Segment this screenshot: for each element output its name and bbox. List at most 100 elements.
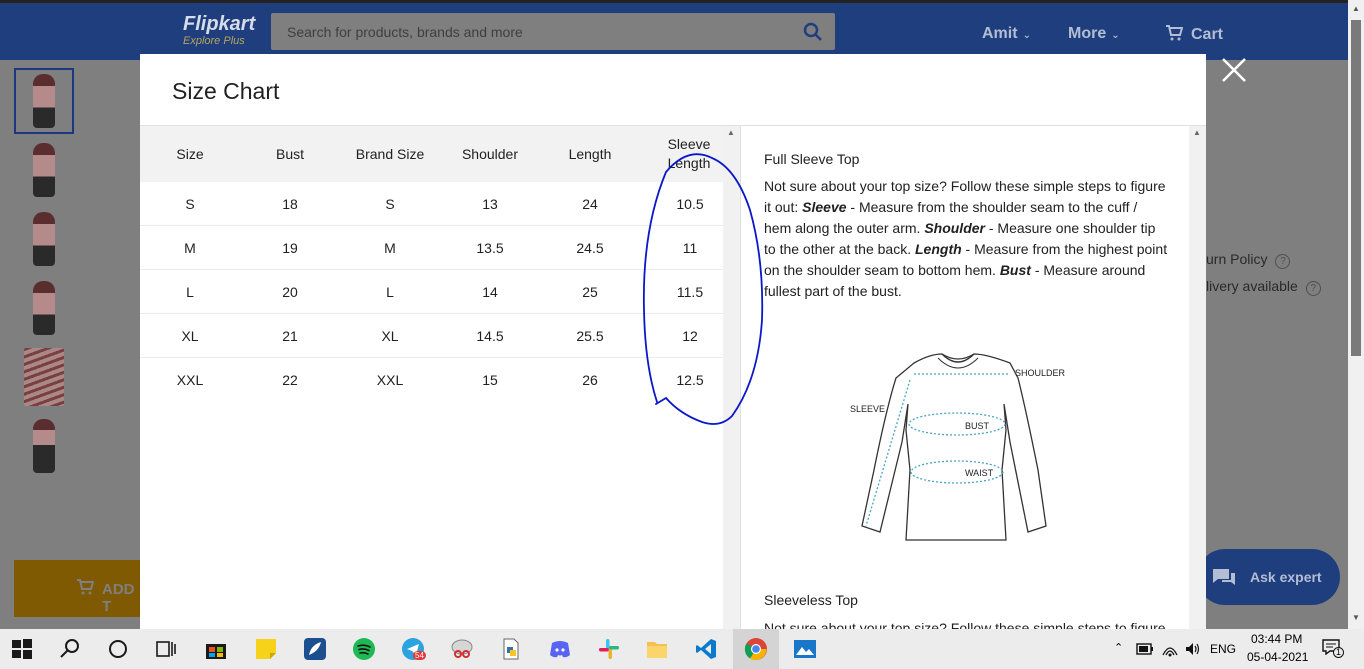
table-cell: L bbox=[186, 284, 194, 300]
size-table: Size Bust Brand Size Shoulder Length Sle… bbox=[140, 126, 723, 629]
help-icon[interactable]: ? bbox=[1305, 281, 1321, 296]
table-cell: 13 bbox=[482, 196, 498, 212]
search-input[interactable] bbox=[271, 13, 791, 50]
sticky-notes-icon[interactable] bbox=[254, 637, 278, 661]
logo-name: Flipkart bbox=[183, 13, 256, 35]
table-cell: L bbox=[386, 284, 394, 300]
clock-time[interactable]: 03:44 PM bbox=[1251, 632, 1302, 646]
product-image bbox=[33, 74, 55, 128]
bust-label: BUST bbox=[965, 421, 990, 431]
discord-icon[interactable] bbox=[548, 637, 572, 661]
scroll-up-icon[interactable]: ▲ bbox=[727, 128, 735, 137]
flipkart-logo[interactable]: Flipkart Explore Plus bbox=[183, 13, 255, 47]
table-row: S 18 S 13 24 10.5 bbox=[140, 182, 723, 226]
logo-sub: Explore Plus bbox=[183, 35, 245, 47]
scrollbar-thumb[interactable] bbox=[1351, 20, 1361, 356]
info-scrollbar[interactable]: ▲ bbox=[1189, 126, 1206, 629]
table-cell: M bbox=[384, 240, 396, 256]
slack-icon[interactable] bbox=[597, 637, 621, 661]
table-row: L 20 L 14 25 11.5 bbox=[140, 270, 723, 314]
table-row: XL 21 XL 14.5 25.5 12 bbox=[140, 314, 723, 358]
scroll-up-icon[interactable]: ▲ bbox=[1352, 4, 1360, 13]
add-to-cart-button[interactable]: ADD T bbox=[14, 560, 144, 617]
wifi-icon[interactable] bbox=[1161, 641, 1179, 657]
photos-icon[interactable] bbox=[793, 637, 817, 661]
nav-user[interactable]: Amit ⌄ bbox=[982, 25, 1031, 43]
product-image bbox=[24, 348, 64, 406]
flipkart-header: Flipkart Explore Plus Amit ⌄ More ⌄ Cart bbox=[0, 0, 1348, 60]
notification-count: 1 bbox=[1333, 647, 1344, 658]
python-file-icon[interactable] bbox=[499, 637, 523, 661]
guide-text: Not sure about your top size? Follow the… bbox=[764, 176, 1168, 302]
search-bar bbox=[271, 13, 835, 50]
thumbnail[interactable] bbox=[14, 68, 74, 134]
product-image bbox=[33, 212, 55, 266]
ask-expert-label: Ask expert bbox=[1250, 569, 1322, 585]
clock-date[interactable]: 05-04-2021 bbox=[1247, 650, 1308, 664]
scroll-up-icon[interactable]: ▲ bbox=[1193, 128, 1201, 137]
table-cell: M bbox=[184, 240, 196, 256]
search-icon[interactable] bbox=[58, 637, 82, 661]
table-cell: 22 bbox=[282, 372, 298, 388]
table-cell: 13.5 bbox=[476, 240, 504, 256]
help-icon[interactable]: ? bbox=[1275, 254, 1291, 269]
thumbnail[interactable] bbox=[14, 413, 74, 479]
table-cell: 14 bbox=[482, 284, 498, 300]
store-icon[interactable] bbox=[204, 637, 228, 661]
nav-cart-label: Cart bbox=[1191, 26, 1224, 43]
search-icon[interactable] bbox=[803, 22, 823, 42]
windows-start-icon[interactable] bbox=[10, 637, 34, 661]
column-header: Length bbox=[568, 145, 612, 162]
cortana-icon[interactable] bbox=[106, 637, 130, 661]
cart-icon bbox=[1166, 25, 1184, 41]
cart-icon bbox=[77, 579, 94, 595]
vscode-icon[interactable] bbox=[694, 637, 718, 661]
file-explorer-icon[interactable] bbox=[645, 637, 669, 661]
language-indicator[interactable]: ENG bbox=[1210, 642, 1236, 656]
table-header: Size Bust Brand Size Shoulder Length Sle… bbox=[140, 126, 723, 182]
scroll-down-icon[interactable]: ▼ bbox=[1352, 613, 1360, 622]
table-cell: 19 bbox=[282, 240, 298, 256]
product-image bbox=[33, 281, 55, 335]
nav-cart[interactable]: Cart bbox=[1165, 25, 1223, 44]
volume-icon[interactable] bbox=[1184, 641, 1202, 657]
add-to-cart-label: ADD T bbox=[102, 581, 135, 615]
table-cell: 20 bbox=[282, 284, 298, 300]
table-cell: 26 bbox=[582, 372, 598, 388]
close-icon[interactable] bbox=[1219, 55, 1249, 85]
guide-term: Bust bbox=[999, 262, 1031, 278]
table-cell: 24 bbox=[582, 196, 598, 212]
thumbnail[interactable] bbox=[14, 206, 74, 272]
table-cell: XXL bbox=[376, 372, 404, 388]
guide-title: Full Sleeve Top bbox=[764, 151, 860, 167]
size-chart-modal: Size Chart Size Bust Brand Size Shoulder… bbox=[140, 54, 1206, 629]
chat-icon bbox=[1213, 569, 1235, 585]
page-scrollbar[interactable]: ▲ ▼ bbox=[1348, 0, 1364, 629]
column-header: Bust bbox=[275, 145, 304, 162]
table-cell: S bbox=[385, 196, 395, 212]
thumbnail[interactable] bbox=[14, 275, 74, 341]
thumbnail[interactable] bbox=[14, 137, 74, 203]
table-cell: S bbox=[185, 196, 195, 212]
chrome-icon[interactable] bbox=[744, 637, 768, 661]
table-cell: 25.5 bbox=[576, 328, 604, 344]
task-view-icon[interactable] bbox=[154, 637, 178, 661]
table-cell: XL bbox=[181, 328, 199, 344]
telegram-app[interactable]: 54 bbox=[401, 637, 426, 661]
show-hidden-icons[interactable]: ⌃ bbox=[1114, 641, 1123, 654]
table-scrollbar[interactable]: ▲ bbox=[723, 126, 740, 629]
feather-app-icon[interactable] bbox=[303, 637, 327, 661]
spotify-icon[interactable] bbox=[352, 637, 376, 661]
guide-term: Sleeve bbox=[802, 199, 847, 215]
nav-more[interactable]: More ⌄ bbox=[1068, 25, 1120, 43]
sleeve-label: SLEEVE bbox=[850, 404, 885, 414]
ask-expert-button[interactable]: Ask expert bbox=[1197, 549, 1340, 605]
notification-badge: 54 bbox=[413, 651, 426, 660]
nav-more-label: More bbox=[1068, 25, 1107, 42]
battery-icon[interactable] bbox=[1136, 641, 1154, 657]
thumbnail[interactable] bbox=[14, 344, 74, 410]
guide-title: Sleeveless Top bbox=[764, 592, 858, 608]
snipping-tool-icon[interactable] bbox=[450, 637, 474, 661]
chevron-down-icon: ⌄ bbox=[1022, 30, 1031, 41]
notifications-button[interactable]: 1 bbox=[1322, 639, 1344, 659]
